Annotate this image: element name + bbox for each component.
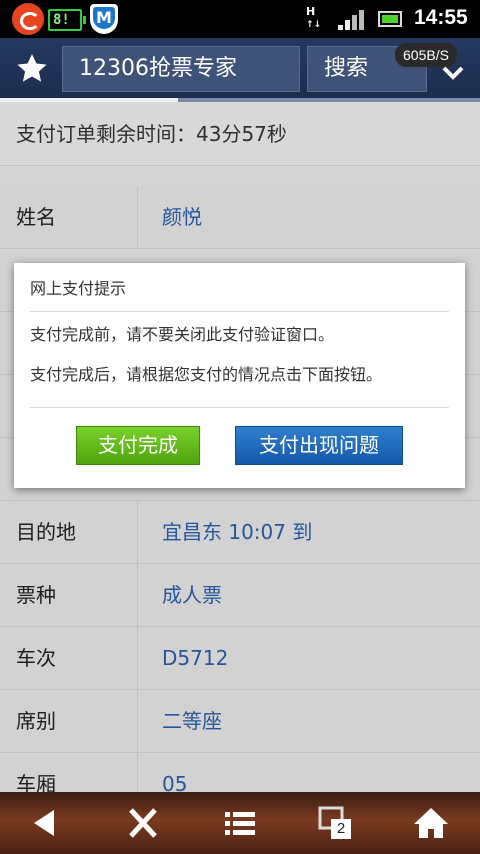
browser-toolbar: 12306抢票专家 搜索 605B/S bbox=[0, 38, 480, 100]
dialog-divider bbox=[30, 311, 449, 312]
dialog-message-before: 支付完成前，请不要关闭此支付验证窗口。 bbox=[30, 325, 335, 344]
network-type-icon: H ↑↓ bbox=[306, 5, 322, 31]
address-bar[interactable]: 12306抢票专家 bbox=[62, 46, 300, 92]
tab-count-badge: 2 bbox=[331, 819, 351, 839]
dialog-divider bbox=[30, 407, 449, 408]
chevron-down-icon[interactable] bbox=[441, 64, 465, 82]
dialog-message-after: 支付完成后，请根据您支付的情况点击下面按钮。 bbox=[30, 365, 383, 384]
bookmark-star-icon[interactable] bbox=[14, 52, 50, 86]
payment-done-button[interactable]: 支付完成 bbox=[76, 426, 200, 465]
battery-icon bbox=[378, 11, 402, 27]
status-bar: 8! M H ↑↓ 14:55 bbox=[0, 0, 480, 38]
close-icon[interactable] bbox=[123, 804, 163, 842]
weibo-icon bbox=[12, 3, 44, 35]
browser-bottom-bar bbox=[0, 792, 480, 854]
dialog-title: 网上支付提示 bbox=[30, 279, 127, 298]
battery-notification-icon: 8! bbox=[48, 9, 86, 31]
payment-problem-button[interactable]: 支付出现问题 bbox=[235, 426, 403, 465]
signal-strength-icon bbox=[338, 10, 364, 30]
home-icon[interactable] bbox=[411, 804, 451, 842]
back-arrow-icon[interactable] bbox=[24, 804, 64, 842]
menu-list-icon[interactable] bbox=[220, 804, 260, 842]
security-shield-icon: M bbox=[90, 4, 118, 34]
clock: 14:55 bbox=[414, 6, 468, 29]
payment-tip-dialog: 网上支付提示 支付完成前，请不要关闭此支付验证窗口。 支付完成后，请根据您支付的… bbox=[14, 263, 465, 488]
